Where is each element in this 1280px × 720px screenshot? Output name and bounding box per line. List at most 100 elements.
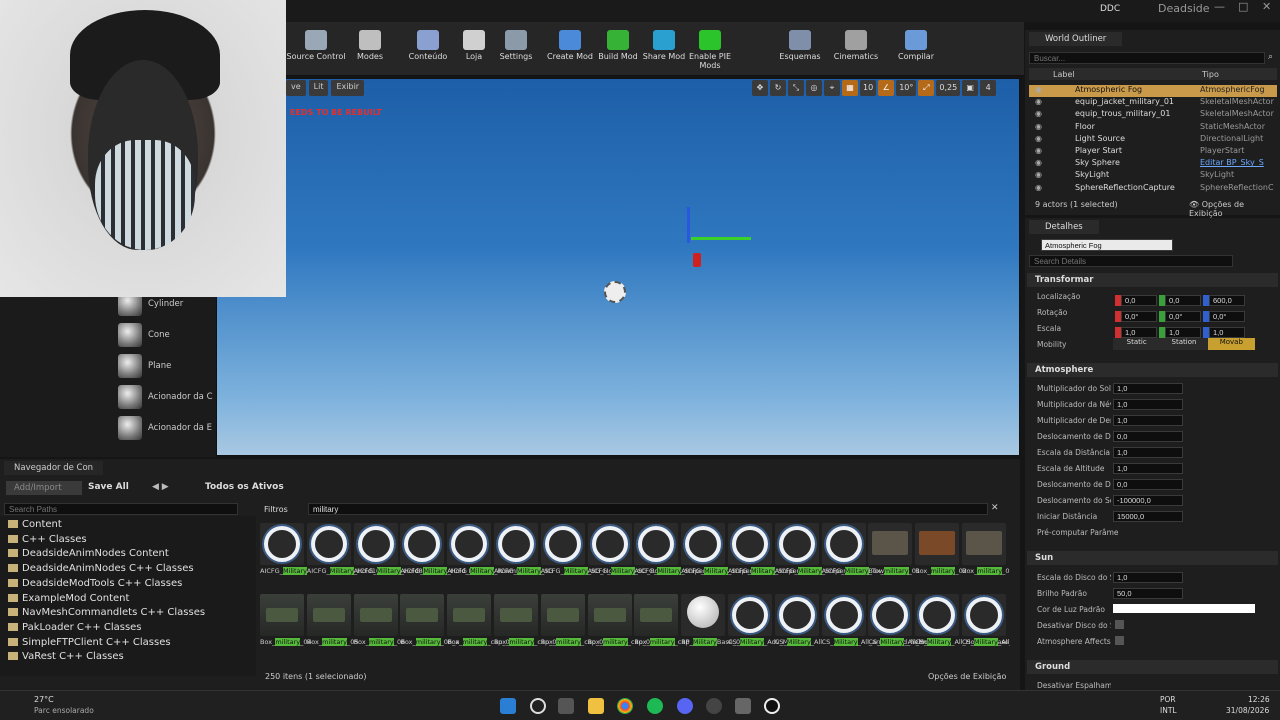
language-code[interactable]: POR xyxy=(1160,695,1176,704)
clear-search-icon[interactable]: ✕ xyxy=(991,503,999,513)
spotify-icon[interactable] xyxy=(647,698,663,714)
asset-tile[interactable]: AICFG_Military_Sniper_Tower xyxy=(774,523,868,593)
weather-desc[interactable]: Parc ensolarado xyxy=(34,706,94,715)
asset-tile[interactable]: AICFG_Military_RoamLow xyxy=(447,523,529,593)
folder-item[interactable]: SimpleFTPClient C++ Classes xyxy=(8,637,171,648)
atmosphere-prop-field[interactable] xyxy=(1113,431,1183,442)
asset-tile[interactable]: CS_Military_Adv_Mission xyxy=(728,594,807,664)
asset-search-input[interactable] xyxy=(308,503,988,515)
nav-back-icon[interactable]: ◀ ▶ xyxy=(152,482,169,492)
atmosphere-prop-field[interactable] xyxy=(1113,399,1183,410)
breadcrumb[interactable]: Todos os Ativos xyxy=(205,482,284,492)
outliner-row[interactable]: ◉ Floor StaticMeshActor xyxy=(1029,122,1277,134)
folder-item[interactable]: NavMeshCommandlets C++ Classes xyxy=(8,607,205,618)
scale-tool-icon[interactable]: ⤡ xyxy=(788,80,804,96)
outliner-view-options[interactable]: 👁 Opções de Exibição xyxy=(1189,200,1280,218)
asset-tile[interactable]: AICFG_Military_SG_Hold100 xyxy=(540,523,631,593)
grid-snap-icon[interactable]: ▦ xyxy=(842,80,858,96)
asset-tile[interactable]: Box_military_06_a xyxy=(400,594,459,664)
surface-snap-icon[interactable]: ⌖ xyxy=(824,80,840,96)
mobility-movable[interactable]: Movab xyxy=(1207,338,1255,350)
outliner-search-input[interactable] xyxy=(1029,52,1265,64)
gizmo-x-axis[interactable] xyxy=(691,237,751,240)
obs-icon[interactable] xyxy=(706,698,722,714)
brightness-field[interactable] xyxy=(1113,588,1183,599)
chrome-icon[interactable] xyxy=(617,698,633,714)
outliner-row[interactable]: ◉ SkyLight SkyLight xyxy=(1029,170,1277,182)
sun-light-icon[interactable] xyxy=(604,281,626,303)
world-outliner-tab[interactable]: World Outliner xyxy=(1029,32,1123,46)
outliner-row[interactable]: ◉ Player Start PlayerStart xyxy=(1029,146,1277,158)
visibility-eye-icon[interactable]: ◉ xyxy=(1035,183,1042,192)
folder-item[interactable]: DeadsideModTools C++ Classes xyxy=(8,578,182,589)
asset-tile[interactable]: AICFG_Military_Hold80Chase xyxy=(353,523,447,593)
atmosphere-prop-field[interactable] xyxy=(1113,511,1183,522)
asset-tile[interactable]: Box_military_01 xyxy=(868,523,920,593)
toolbar-button-4[interactable]: Settings xyxy=(486,26,546,74)
asset-tile[interactable]: Box_military_cap_02 xyxy=(494,594,561,664)
asset-view-options[interactable]: Opções de Exibição xyxy=(928,672,1006,681)
outliner-row[interactable]: ◉ equip_jacket_military_01 SkeletalMeshAct… xyxy=(1029,97,1277,109)
keyboard-layout[interactable]: INTL xyxy=(1160,706,1177,715)
toolbar-button-10[interactable]: Cinematics xyxy=(826,26,886,74)
clock-date[interactable]: 31/08/2026 xyxy=(1226,706,1269,715)
precompute-params[interactable]: Pré-computar Parâme xyxy=(1037,528,1127,537)
asset-tile[interactable]: Box_military_04 xyxy=(260,594,312,664)
level-viewport[interactable] xyxy=(216,78,1020,456)
folder-item[interactable]: C++ Classes xyxy=(8,534,87,545)
show-button[interactable]: Exibir xyxy=(331,80,365,96)
clock-time[interactable]: 12:26 xyxy=(1248,695,1270,704)
asset-tile[interactable]: Box_military_cap_05 xyxy=(634,594,701,664)
transform-section[interactable]: Transformar xyxy=(1027,273,1278,287)
asset-tile[interactable]: CS_Military_All_HoldHV xyxy=(962,594,1010,664)
atmosphere-prop-field[interactable] xyxy=(1113,415,1183,426)
content-browser-tab[interactable]: Navegador de Con xyxy=(4,461,104,475)
label-column-header[interactable]: Label xyxy=(1053,70,1075,79)
details-search-input[interactable] xyxy=(1029,255,1233,267)
asset-tile[interactable]: AICFG_Military_Sniper xyxy=(634,523,706,593)
visibility-eye-icon[interactable]: ◉ xyxy=(1035,109,1042,118)
sun-disc-scale-field[interactable] xyxy=(1113,572,1183,583)
discord-icon[interactable] xyxy=(677,698,693,714)
scale-label[interactable]: Escala xyxy=(1037,324,1111,333)
actor-type[interactable]: Editar BP_Sky_S xyxy=(1200,158,1278,167)
disable-sun-disc-checkbox[interactable] xyxy=(1115,620,1124,629)
gizmo-z-axis[interactable] xyxy=(693,253,701,267)
move-tool-icon[interactable]: ✥ xyxy=(752,80,768,96)
rotate-tool-icon[interactable]: ↻ xyxy=(770,80,786,96)
actor-name-field[interactable] xyxy=(1041,239,1173,251)
visibility-eye-icon[interactable]: ◉ xyxy=(1035,122,1042,131)
sun-section[interactable]: Sun xyxy=(1027,551,1278,565)
folder-item[interactable]: DeadsideAnimNodes Content xyxy=(8,548,169,559)
rotation-field[interactable] xyxy=(1165,311,1201,322)
weather-temp[interactable]: 27°C xyxy=(34,695,54,704)
filters-button[interactable]: Filtros xyxy=(264,505,288,514)
outliner-row[interactable]: ◉ equip_trous_military_01 SkeletalMeshActo… xyxy=(1029,109,1277,121)
asset-tile[interactable]: AICFG_Military_Sniper_Hold xyxy=(681,523,770,593)
toolbar-button-8[interactable]: Enable PIE Mods xyxy=(680,26,740,74)
scale-field[interactable] xyxy=(1209,327,1245,338)
ground-section[interactable]: Ground xyxy=(1027,660,1278,674)
shape-item[interactable]: Acionador da E xyxy=(118,414,216,442)
location-field[interactable] xyxy=(1165,295,1201,306)
toolbar-button-1[interactable]: Modes xyxy=(340,26,400,74)
rotation-field[interactable] xyxy=(1209,311,1245,322)
visibility-eye-icon[interactable]: ◉ xyxy=(1035,146,1042,155)
file-explorer-icon[interactable] xyxy=(588,698,604,714)
asset-tile[interactable]: Box_military_cap_01 xyxy=(447,594,514,664)
camera-speed[interactable]: 4 xyxy=(980,80,997,96)
mobility-stationary[interactable]: Station xyxy=(1160,338,1207,350)
gizmo-y-axis[interactable] xyxy=(687,207,690,243)
visibility-eye-icon[interactable]: ◉ xyxy=(1035,97,1042,106)
world-local-icon[interactable]: ◎ xyxy=(806,80,822,96)
toolbar-button-9[interactable]: Esquemas xyxy=(770,26,830,74)
maximize-button[interactable]: □ xyxy=(1238,0,1248,13)
type-column-header[interactable]: Tipo xyxy=(1202,70,1219,79)
shape-item[interactable]: Acionador da C xyxy=(118,383,216,411)
asset-tile[interactable]: BP_MilitaryBase_01 xyxy=(681,594,744,664)
folder-item[interactable]: ExampleMod Content xyxy=(8,593,129,604)
atmosphere-section[interactable]: Atmosphere xyxy=(1027,363,1278,377)
visibility-eye-icon[interactable]: ◉ xyxy=(1035,158,1042,167)
unreal-engine-icon[interactable] xyxy=(764,698,780,714)
angle-snap-icon[interactable]: ∠ xyxy=(878,80,895,96)
